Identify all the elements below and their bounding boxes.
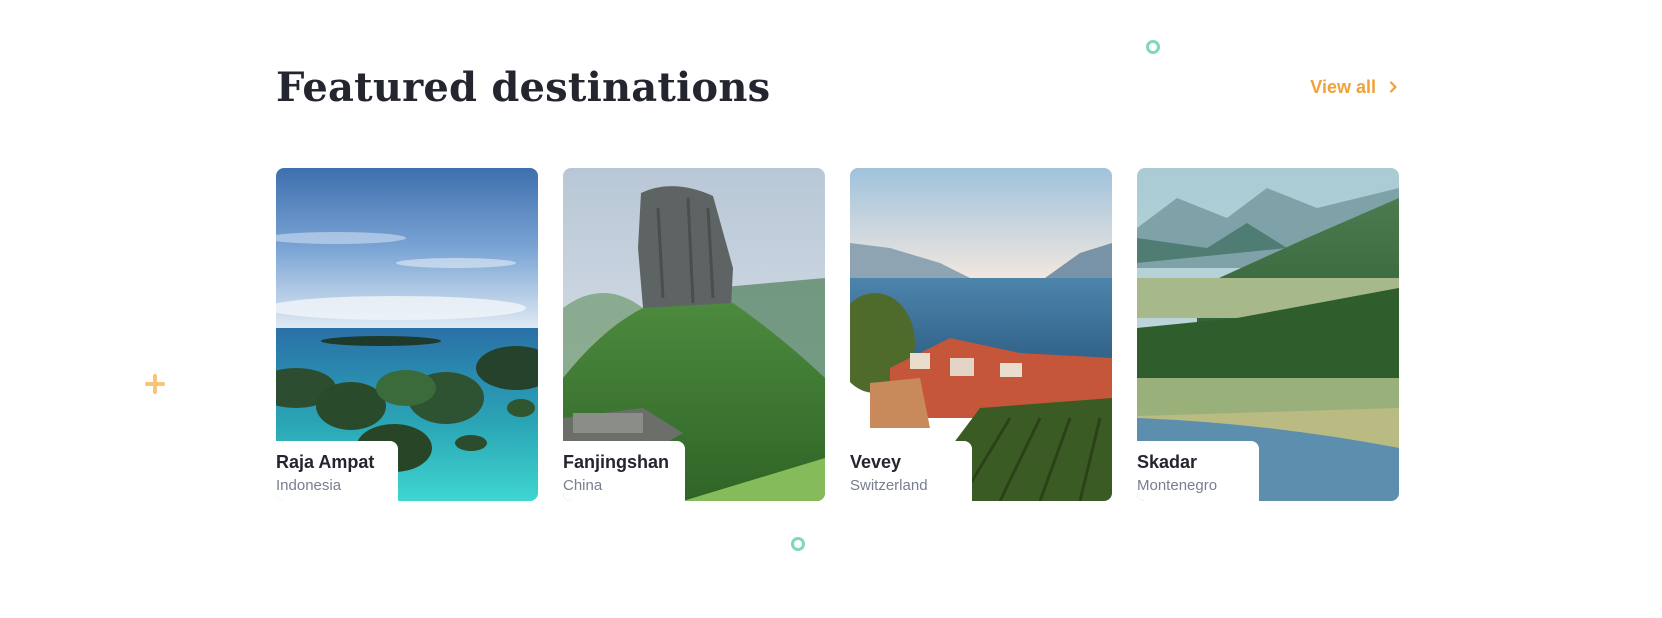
destination-caption: Fanjingshan China [563,441,685,501]
destination-card[interactable]: Fanjingshan China [563,168,825,501]
section-title: Featured destinations [276,64,771,111]
destination-country: Montenegro [1137,477,1218,494]
view-all-link[interactable]: View all [1310,74,1400,100]
decorative-plus-icon [145,374,165,394]
destination-caption: Vevey Switzerland [850,441,972,501]
chevron-right-icon [1389,81,1397,93]
destination-name: Vevey [850,452,902,472]
destination-name: Raja Ampat [276,452,375,472]
view-all-label: View all [1310,76,1376,97]
destination-country: Indonesia [276,477,342,494]
decorative-ring-icon [1146,40,1160,54]
destination-caption: Skadar Montenegro [1137,441,1259,501]
destination-card[interactable]: Raja Ampat Indonesia [276,168,538,501]
destination-card[interactable]: Skadar Montenegro [1137,168,1399,501]
destination-caption: Raja Ampat Indonesia [276,441,398,501]
decorative-ring-icon [791,537,805,551]
destination-name: Fanjingshan [563,452,670,472]
destination-cards: Raja Ampat Indonesia Fanjingshan China V… [276,168,1399,501]
destination-country: Switzerland [850,477,928,494]
destination-country: China [563,477,603,494]
destination-name: Skadar [1137,452,1198,472]
destination-card[interactable]: Vevey Switzerland [850,168,1112,501]
